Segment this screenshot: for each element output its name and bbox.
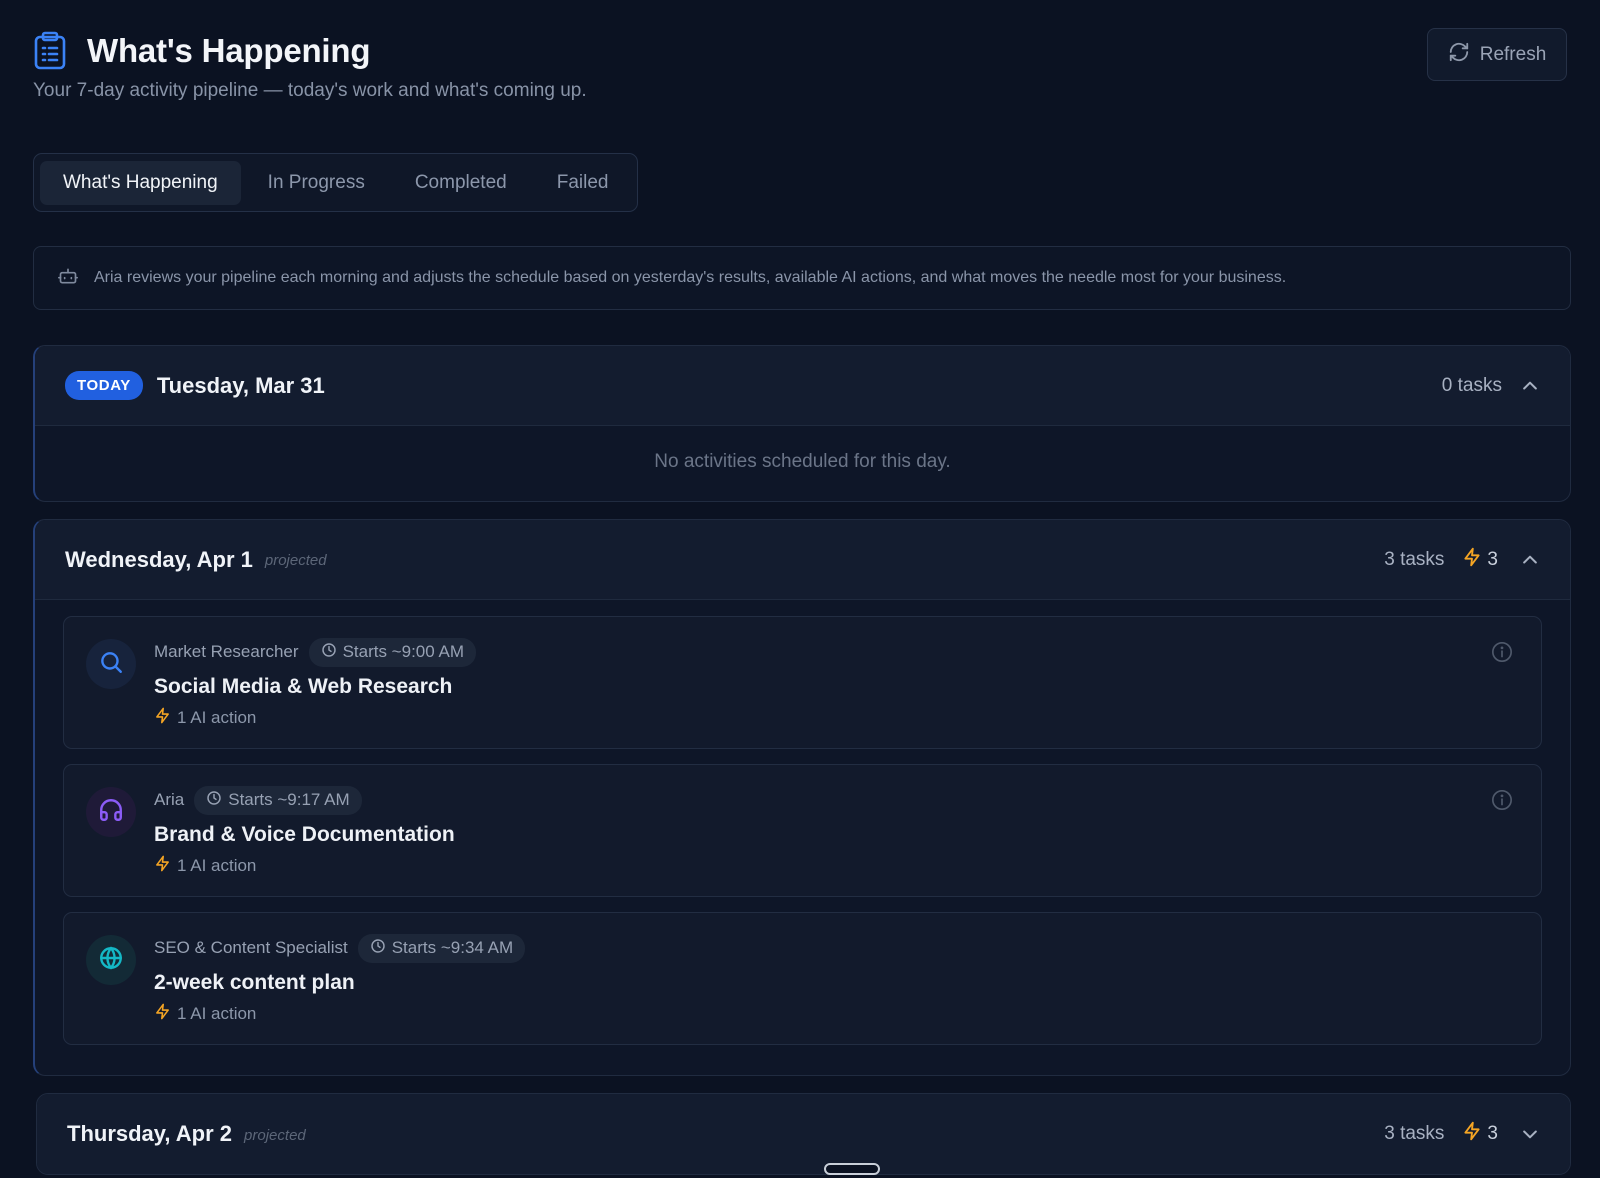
bot-icon xyxy=(58,266,78,291)
agent-name: Aria xyxy=(154,790,185,809)
today-badge: TODAY xyxy=(65,371,143,400)
day-summary: 0 tasks xyxy=(1442,346,1540,426)
chevron-up-icon[interactable] xyxy=(1520,376,1540,396)
start-time: Starts ~9:34 AM xyxy=(391,938,514,957)
page: What's Happening Your 7-day activity pip… xyxy=(0,0,1600,1178)
ai-action: 1 AI action xyxy=(154,707,476,729)
task-card[interactable]: Aria Starts ~9:17 AM Brand & Voice Docum… xyxy=(63,764,1542,897)
chevron-up-icon[interactable] xyxy=(1520,550,1540,570)
info-icon[interactable] xyxy=(1491,789,1513,816)
clock-icon xyxy=(370,938,386,959)
day-card-wednesday: Wednesday, Apr 1 projected 3 tasks 3 Mar… xyxy=(33,519,1571,1076)
clock-icon xyxy=(321,642,337,663)
day-card-today: TODAY Tuesday, Mar 31 0 tasks No activit… xyxy=(33,345,1571,502)
day-header[interactable]: Thursday, Apr 2 projected 3 tasks 3 xyxy=(37,1094,1570,1174)
bolt-icon xyxy=(1462,1121,1482,1147)
day-summary: 3 tasks 3 xyxy=(1384,1094,1540,1174)
start-time: Starts ~9:17 AM xyxy=(228,790,350,809)
chevron-down-icon[interactable] xyxy=(1520,1124,1540,1144)
scroll-handle[interactable] xyxy=(824,1163,880,1175)
task-count: 3 tasks xyxy=(1384,1123,1445,1144)
ai-action-count: 3 xyxy=(1462,547,1498,573)
tab-in-progress[interactable]: In Progress xyxy=(245,161,388,205)
title-row: What's Happening xyxy=(33,30,371,72)
ai-action-count: 3 xyxy=(1462,1121,1498,1147)
globe-icon xyxy=(98,945,124,976)
projected-label: projected xyxy=(264,552,327,569)
day-header[interactable]: TODAY Tuesday, Mar 31 0 tasks xyxy=(35,346,1570,426)
agent-name: Market Researcher xyxy=(154,642,299,661)
task-body: SEO & Content Specialist Starts ~9:34 AM… xyxy=(154,933,526,1025)
ai-action-label: 1 AI action xyxy=(177,856,257,875)
task-meta: Market Researcher Starts ~9:00 AM xyxy=(154,637,476,667)
task-card[interactable]: Market Researcher Starts ~9:00 AM Social… xyxy=(63,616,1542,749)
refresh-label: Refresh xyxy=(1479,43,1547,65)
tab-failed[interactable]: Failed xyxy=(534,161,632,205)
agent-avatar xyxy=(86,639,136,689)
task-count: 3 tasks xyxy=(1384,549,1445,570)
task-card[interactable]: SEO & Content Specialist Starts ~9:34 AM… xyxy=(63,912,1542,1045)
agent-name: SEO & Content Specialist xyxy=(154,938,348,957)
ai-action: 1 AI action xyxy=(154,855,455,877)
start-time-badge: Starts ~9:00 AM xyxy=(308,637,476,667)
bolt-icon xyxy=(154,1003,171,1025)
ai-count-value: 3 xyxy=(1487,1123,1498,1144)
bolt-icon xyxy=(154,855,171,877)
tab-whats-happening[interactable]: What's Happening xyxy=(40,160,241,205)
bolt-icon xyxy=(154,707,171,729)
refresh-icon xyxy=(1448,41,1470,69)
task-title: 2-week content plan xyxy=(154,971,355,994)
agent-avatar xyxy=(86,787,136,837)
day-card-thursday: Thursday, Apr 2 projected 3 tasks 3 xyxy=(36,1093,1571,1175)
day-header[interactable]: Wednesday, Apr 1 projected 3 tasks 3 xyxy=(35,520,1570,600)
info-banner: Aria reviews your pipeline each morning … xyxy=(33,246,1571,310)
task-body: Aria Starts ~9:17 AM Brand & Voice Docum… xyxy=(154,785,455,877)
day-date: Thursday, Apr 2 xyxy=(67,1121,233,1146)
ai-count-value: 3 xyxy=(1487,549,1498,570)
task-title: Brand & Voice Documentation xyxy=(154,823,455,846)
page-subtitle: Your 7-day activity pipeline — today's w… xyxy=(33,80,587,101)
task-title: Social Media & Web Research xyxy=(154,675,453,698)
task-list: Market Researcher Starts ~9:00 AM Social… xyxy=(35,600,1570,1073)
bolt-icon xyxy=(1462,547,1482,573)
empty-state: No activities scheduled for this day. xyxy=(654,451,951,472)
ai-action: 1 AI action xyxy=(154,1003,525,1025)
day-summary: 3 tasks 3 xyxy=(1384,520,1540,600)
day-date: Wednesday, Apr 1 xyxy=(65,546,253,572)
agent-avatar xyxy=(86,935,136,985)
task-body: Market Researcher Starts ~9:00 AM Social… xyxy=(154,637,476,729)
task-meta: Aria Starts ~9:17 AM xyxy=(154,785,455,815)
info-icon[interactable] xyxy=(1491,641,1513,668)
clock-icon xyxy=(206,790,222,811)
start-time-badge: Starts ~9:17 AM xyxy=(194,785,362,815)
start-time: Starts ~9:00 AM xyxy=(342,642,464,661)
banner-text: Aria reviews your pipeline each morning … xyxy=(94,269,1287,286)
page-header: What's Happening Your 7-day activity pip… xyxy=(33,0,1567,140)
task-meta: SEO & Content Specialist Starts ~9:34 AM xyxy=(154,933,526,963)
ai-action-label: 1 AI action xyxy=(177,1004,257,1023)
search-icon xyxy=(98,649,124,680)
ai-action-label: 1 AI action xyxy=(177,708,257,727)
task-count: 0 tasks xyxy=(1441,375,1502,396)
headphones-icon xyxy=(98,797,124,828)
refresh-button[interactable]: Refresh xyxy=(1427,28,1567,81)
clipboard-list-icon xyxy=(33,30,71,72)
day-date: Tuesday, Mar 31 xyxy=(156,372,325,398)
tab-completed[interactable]: Completed xyxy=(392,161,530,205)
page-title: What's Happening xyxy=(87,32,371,69)
view-tabs: What's Happening In Progress Completed F… xyxy=(33,153,639,212)
projected-label: projected xyxy=(244,1126,306,1144)
start-time-badge: Starts ~9:34 AM xyxy=(357,933,526,963)
